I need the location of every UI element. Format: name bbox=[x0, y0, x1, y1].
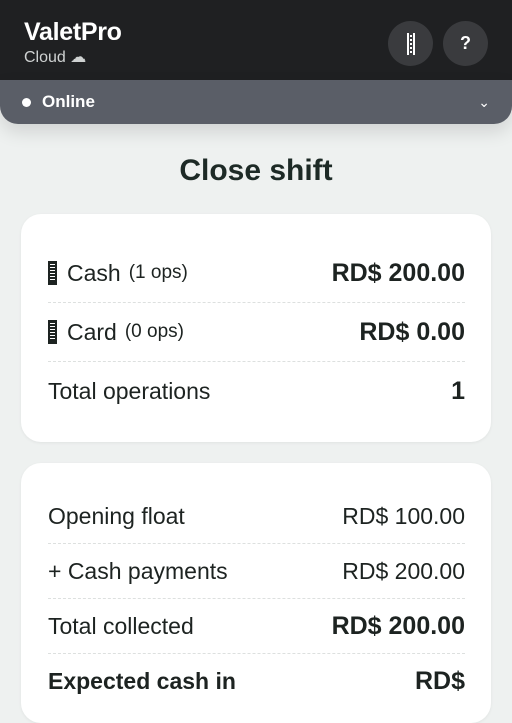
expected-cash-label: Expected cash in bbox=[48, 668, 236, 694]
barcode-icon bbox=[48, 261, 57, 285]
brand: ValetPro Cloud ☁ bbox=[24, 18, 122, 68]
card-label: Card bbox=[67, 318, 117, 345]
status-label: Online bbox=[42, 92, 95, 111]
chevron-down-icon[interactable]: ⌄ bbox=[478, 92, 490, 112]
recon-row-total-collected: Total collected RD$ 200.00 bbox=[48, 599, 465, 654]
help-button[interactable]: ? bbox=[443, 21, 488, 66]
cash-payments-value: RD$ 200.00 bbox=[342, 557, 465, 584]
cash-total: RD$ 200.00 bbox=[331, 258, 465, 287]
card-total: RD$ 0.00 bbox=[359, 317, 465, 346]
barcode-icon bbox=[48, 320, 57, 344]
connection-status-bar[interactable]: Online ⌄ bbox=[0, 80, 512, 124]
app-name: ValetPro bbox=[24, 18, 122, 46]
total-collected-label: Total collected bbox=[48, 612, 194, 639]
barcode-scan-icon bbox=[406, 32, 415, 55]
opening-float-value: RD$ 100.00 bbox=[342, 502, 465, 529]
card-ops-count: (0 ops) bbox=[124, 321, 184, 342]
recon-row-opening-float: Opening float RD$ 100.00 bbox=[48, 489, 465, 544]
scan-button[interactable] bbox=[388, 21, 433, 66]
payment-summary-card: Cash (1 ops) RD$ 200.00 Card (0 ops) RD$… bbox=[21, 214, 491, 442]
summary-row-card: Card (0 ops) RD$ 0.00 bbox=[48, 303, 465, 362]
cash-reconciliation-card: Opening float RD$ 100.00 + Cash payments… bbox=[21, 463, 491, 723]
summary-row-cash: Cash (1 ops) RD$ 200.00 bbox=[48, 244, 465, 303]
page-title: Close shift bbox=[179, 154, 333, 187]
summary-row-total-operations: Total operations 1 bbox=[48, 362, 465, 421]
expected-cash-value: RD$ bbox=[414, 667, 465, 695]
recon-row-cash-payments: + Cash payments RD$ 200.00 bbox=[48, 544, 465, 599]
total-operations-label: Total operations bbox=[48, 378, 211, 404]
total-operations-value: 1 bbox=[451, 377, 465, 405]
recon-row-expected-cash: Expected cash in RD$ bbox=[48, 654, 465, 709]
total-collected-value: RD$ 200.00 bbox=[331, 611, 465, 640]
app-subtitle: Cloud ☁ bbox=[24, 49, 87, 66]
cash-label: Cash bbox=[67, 259, 121, 286]
cash-ops-count: (1 ops) bbox=[128, 262, 188, 283]
app-header: ValetPro Cloud ☁ ? bbox=[0, 0, 512, 80]
status-dot-icon bbox=[22, 98, 31, 107]
opening-float-label: Opening float bbox=[48, 502, 185, 529]
cash-payments-label: + Cash payments bbox=[48, 557, 228, 584]
